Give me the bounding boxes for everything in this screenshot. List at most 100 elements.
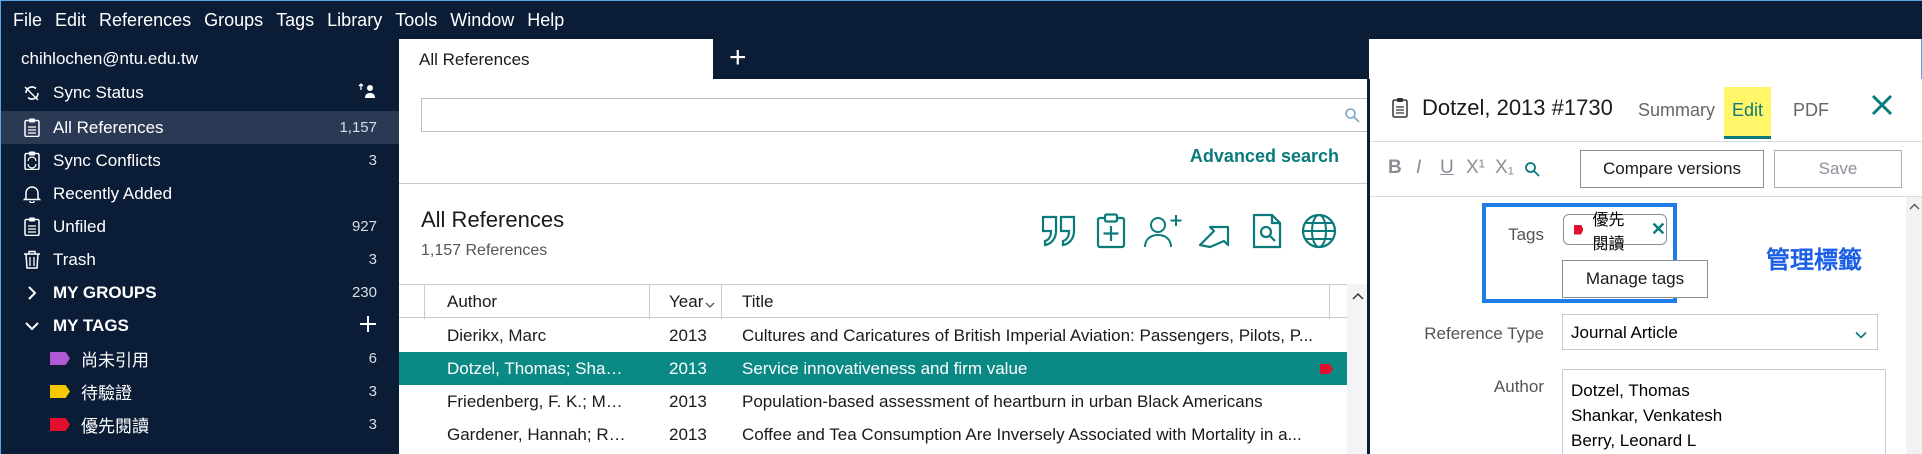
sidebar-tag-item[interactable]: 優先閱讀 3 <box>1 408 399 441</box>
sidebar-group-count: 230 <box>351 284 377 301</box>
tab-edit[interactable]: Edit <box>1724 87 1772 139</box>
column-year[interactable]: Year <box>669 292 703 312</box>
sidebar-item-label: Sync Status <box>53 82 144 102</box>
table-row[interactable]: Friedenberg, F. K.; Maki... 2013 Populat… <box>399 385 1347 418</box>
table-row[interactable]: Dierikx, Marc 2013 Cultures and Caricatu… <box>399 319 1347 352</box>
row-title: Coffee and Tea Consumption Are Inversely… <box>742 425 1302 444</box>
chevron-down-icon[interactable] <box>21 320 43 332</box>
clipboard-icon <box>21 217 43 236</box>
reference-title: Dotzel, 2013 #1730 <box>1422 95 1613 120</box>
sidebar-item-unfiled[interactable]: Unfiled 927 <box>1 210 399 243</box>
column-separator <box>1329 285 1330 319</box>
underline-button[interactable]: U <box>1440 157 1454 179</box>
tab-summary[interactable]: Summary <box>1638 100 1715 121</box>
list-toolbar <box>1039 211 1339 251</box>
sidebar: chihlochen@ntu.edu.tw Sync Status All Re… <box>1 39 399 454</box>
menu-window[interactable]: Window <box>450 10 514 31</box>
author-label: Author <box>1493 377 1544 396</box>
search-input[interactable] <box>421 98 1369 132</box>
author-line: Shankar, Venkatesh <box>1571 406 1723 425</box>
sidebar-item-count: 3 <box>368 152 377 169</box>
table-row[interactable]: Gardener, Hannah; Run... 2013 Coffee and… <box>399 418 1347 451</box>
sidebar-tag-label: 優先閱讀 <box>81 417 149 436</box>
manage-tags-button[interactable]: Manage tags <box>1562 260 1708 298</box>
tab-all-references[interactable]: All References <box>399 39 713 79</box>
subscript-button[interactable]: X₁ <box>1495 157 1514 179</box>
table-header: Author Year Title <box>399 284 1347 319</box>
reference-list-pane: Advanced search All References 1,157 Ref… <box>399 79 1369 454</box>
column-title[interactable]: Title <box>742 292 774 312</box>
column-separator <box>721 285 722 319</box>
sidebar-item-sync-status[interactable]: Sync Status <box>1 76 399 109</box>
menu-groups[interactable]: Groups <box>204 10 263 31</box>
sidebar-group-my-tags[interactable]: MY TAGS <box>1 309 399 342</box>
find-fulltext-icon[interactable] <box>1247 211 1287 251</box>
italic-button[interactable]: I <box>1416 157 1421 179</box>
compare-versions-button[interactable]: Compare versions <box>1580 150 1764 188</box>
sidebar-tag-label: 待驗證 <box>81 384 132 403</box>
tag-icon <box>49 352 71 365</box>
share-user-icon[interactable] <box>1143 211 1183 251</box>
sidebar-item-sync-conflicts[interactable]: Sync Conflicts 3 <box>1 144 399 177</box>
sync-user-icon[interactable] <box>357 82 377 103</box>
scroll-up-icon[interactable] <box>1909 203 1920 210</box>
sidebar-tag-item[interactable]: 待驗證 3 <box>1 375 399 408</box>
menu-help[interactable]: Help <box>527 10 564 31</box>
insert-citation-icon[interactable] <box>1039 211 1079 251</box>
sidebar-item-label: Recently Added <box>53 183 173 203</box>
sidebar-tag-item[interactable]: 尚未引用 6 <box>1 342 399 375</box>
list-scrollbar[interactable] <box>1347 284 1369 454</box>
add-tab-button[interactable]: + <box>729 43 747 73</box>
reference-type-select[interactable]: Journal Article <box>1562 314 1878 350</box>
chevron-right-icon[interactable] <box>21 285 43 301</box>
panel-scrollbar[interactable] <box>1906 197 1922 454</box>
reference-panel: Dotzel, 2013 #1730 Summary Edit PDF B I … <box>1370 79 1922 454</box>
tab-pdf[interactable]: PDF <box>1793 100 1829 121</box>
reference-type-value: Journal Article <box>1571 323 1678 342</box>
sync-conflict-icon <box>21 151 43 170</box>
sidebar-group-my-groups[interactable]: MY GROUPS 230 <box>1 276 399 309</box>
menu-tools[interactable]: Tools <box>395 10 437 31</box>
sidebar-tag-label: 尚未引用 <box>81 351 149 370</box>
remove-tag-icon[interactable]: ✕ <box>1651 219 1666 240</box>
search-icon[interactable] <box>1524 161 1540 182</box>
close-icon[interactable] <box>1870 93 1894 122</box>
search-icon[interactable] <box>1344 107 1360 128</box>
menu-file[interactable]: File <box>13 10 42 31</box>
sidebar-item-count: 1,157 <box>339 119 377 136</box>
author-line: Berry, Leonard L <box>1571 431 1697 450</box>
tag-chip[interactable]: 優先閱讀 ✕ <box>1563 212 1667 253</box>
menu-library[interactable]: Library <box>327 10 382 31</box>
row-year: 2013 <box>669 425 707 444</box>
sidebar-item-all-references[interactable]: All References 1,157 <box>1 111 399 144</box>
author-field[interactable]: Dotzel, Thomas Shankar, Venkatesh Berry,… <box>1562 369 1886 454</box>
menu-edit[interactable]: Edit <box>55 10 86 31</box>
scroll-up-icon[interactable] <box>1352 292 1364 300</box>
sort-chevron-icon[interactable] <box>705 294 715 314</box>
row-author: Dotzel, Thomas; Shank... <box>447 359 627 378</box>
trash-icon <box>21 250 43 269</box>
superscript-button[interactable]: X¹ <box>1466 157 1485 179</box>
tag-flag-icon <box>1574 224 1584 235</box>
bell-icon <box>21 184 43 203</box>
menu-tags[interactable]: Tags <box>276 10 314 31</box>
chevron-down-icon[interactable] <box>1855 324 1867 344</box>
menu-references[interactable]: References <box>99 10 191 31</box>
add-tag-icon[interactable] <box>359 315 377 337</box>
menu-bar: File Edit References Groups Tags Library… <box>1 1 1922 39</box>
sidebar-item-trash[interactable]: Trash 3 <box>1 243 399 276</box>
bold-button[interactable]: B <box>1388 157 1402 179</box>
add-reference-icon[interactable] <box>1091 211 1131 251</box>
sidebar-item-recently-added[interactable]: Recently Added <box>1 177 399 210</box>
row-year: 2013 <box>669 392 707 411</box>
table-row-selected[interactable]: Dotzel, Thomas; Shank... 2013 Service in… <box>399 352 1347 385</box>
save-button[interactable]: Save <box>1774 150 1902 188</box>
advanced-search-link[interactable]: Advanced search <box>1190 146 1339 167</box>
sidebar-tag-count: 6 <box>368 350 377 367</box>
sidebar-tag-count: 3 <box>368 416 377 433</box>
list-count: 1,157 References <box>421 242 548 259</box>
export-arrow-icon[interactable] <box>1195 211 1235 251</box>
clipboard-icon <box>1392 97 1408 123</box>
online-search-globe-icon[interactable] <box>1299 211 1339 251</box>
column-author[interactable]: Author <box>447 292 497 312</box>
